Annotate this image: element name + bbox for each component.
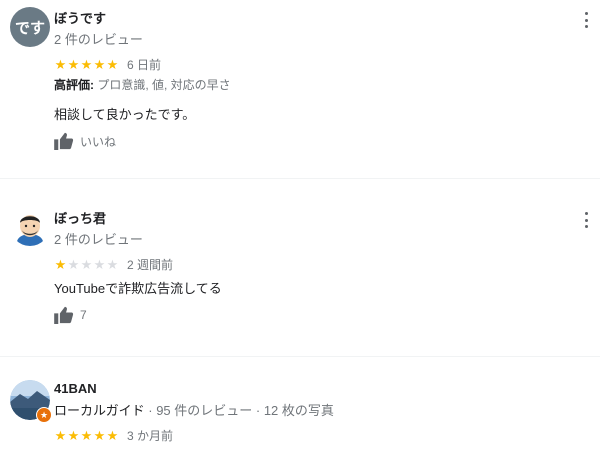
star-icon: ★ [80,256,93,272]
star-icon: ★ [80,427,93,443]
review-card: です ぼうです 2 件のレビュー ★ ★ ★ ★ ★ 6 日前 高評価: プロ意… [0,0,600,175]
star-icon: ★ [54,427,67,443]
star-rating: ★ ★ ★ ★ ★ [54,427,119,443]
attributes-label: 高評価: [54,78,94,92]
reviewer-name[interactable]: ぼっち君 [54,208,106,227]
rating-row: ★ ★ ★ ★ ★ 2 週間前 [54,256,173,273]
review-text: YouTubeで詐欺広告流してる [54,281,222,296]
star-icon: ★ [106,56,119,72]
review-card: ぼっち君 2 件のレビュー ★ ★ ★ ★ ★ 2 週間前 YouTubeで詐欺… [0,190,600,350]
avatar[interactable] [10,206,50,246]
rating-row: ★ ★ ★ ★ ★ 3 か月前 [54,427,173,444]
review-text: 相談して良かったです。 [54,107,196,122]
star-icon: ★ [93,427,106,443]
avatar-initials: です [14,19,45,37]
review-count: · 95 件のレビュー · 12 枚の写真 [148,403,334,418]
like-button[interactable]: 7 [54,306,87,324]
review-date: 3 か月前 [127,429,174,443]
like-label: いいね [80,134,117,149]
star-icon: ★ [67,427,80,443]
star-icon: ★ [93,256,106,272]
thumbs-up-icon [54,306,74,324]
reviewer-name[interactable]: ぼうです [54,8,106,27]
rating-row: ★ ★ ★ ★ ★ 6 日前 [54,56,161,73]
review-date: 6 日前 [127,58,162,72]
divider [0,178,600,179]
review-date: 2 週間前 [127,258,174,272]
local-guide-label: ローカルガイド [54,403,145,418]
divider [0,356,600,357]
star-icon: ★ [67,256,80,272]
star-rating: ★ ★ ★ ★ ★ [54,56,119,72]
star-icon: ★ [54,256,67,272]
avatar[interactable]: です [10,7,50,47]
star-icon: ★ [80,56,93,72]
like-count: 7 [80,308,87,322]
like-button[interactable]: いいね [54,132,116,150]
thumbs-up-icon [54,132,74,150]
more-options-icon[interactable] [580,210,592,230]
star-icon: ★ [106,256,119,272]
star-icon: ★ [54,56,67,72]
avatar[interactable]: ★ [10,380,52,423]
star-icon: ★ [67,56,80,72]
star-rating: ★ ★ ★ ★ ★ [54,256,119,272]
reviewer-meta: ローカルガイド · 95 件のレビュー · 12 枚の写真 [54,400,334,419]
reviewer-name[interactable]: 41BAN [54,381,97,396]
review-attributes: 高評価: プロ意識, 値, 対応の早さ [54,76,231,93]
local-guide-badge-icon: ★ [36,407,52,423]
review-card: ★ 41BAN ローカルガイド · 95 件のレビュー · 12 枚の写真 ★ … [0,370,600,469]
review-count: 2 件のレビュー [54,32,143,47]
review-count: 2 件のレビュー [54,232,143,247]
illustrated-person-avatar-icon [10,206,50,246]
attributes-value: プロ意識, 値, 対応の早さ [97,78,231,92]
star-icon: ★ [93,56,106,72]
more-options-icon[interactable] [580,10,592,30]
star-icon: ★ [106,427,119,443]
